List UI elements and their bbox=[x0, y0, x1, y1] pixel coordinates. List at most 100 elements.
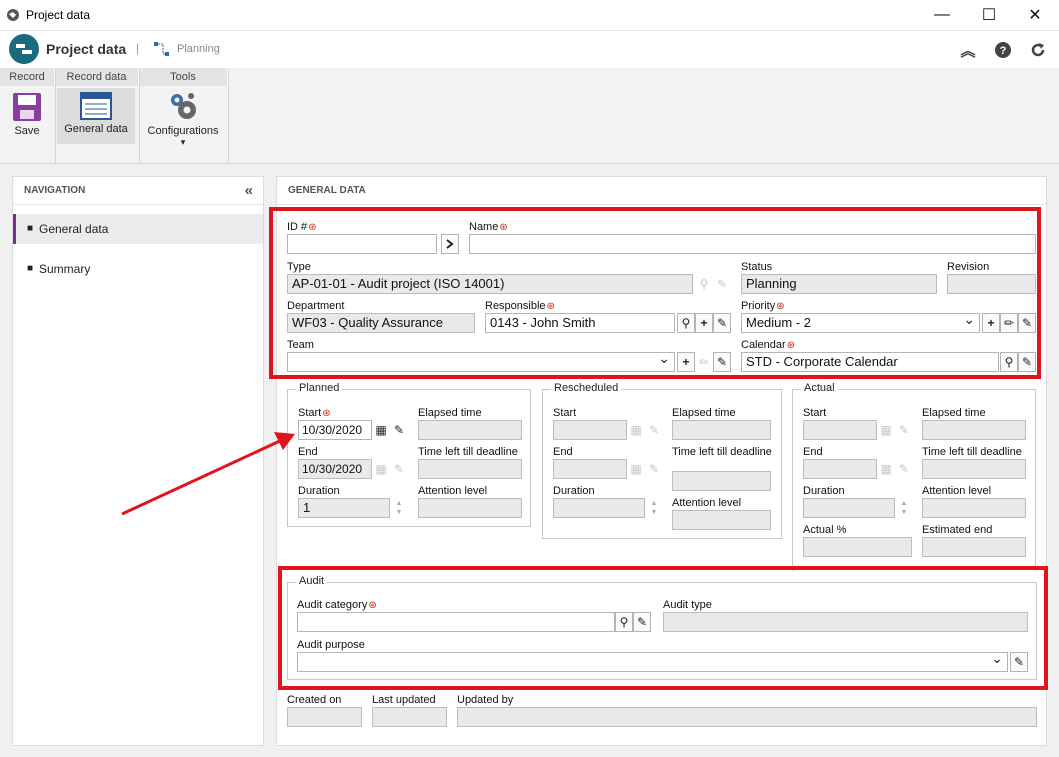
clear-icon: ✎ bbox=[393, 462, 405, 476]
ribbon-toolbar: Record Record data Tools Save General da… bbox=[0, 68, 1059, 164]
planned-attention-label: Attention level bbox=[418, 485, 488, 497]
planned-duration-field: 1 bbox=[298, 498, 390, 518]
resched-end-field bbox=[553, 459, 627, 479]
estimated-end-label: Estimated end bbox=[922, 524, 993, 536]
app-header: Project data | Planning ︽ ? bbox=[0, 31, 1059, 68]
planned-fieldset: Planned Start⊛ 10/30/2020 ▦ ✎ Elapsed ti… bbox=[287, 382, 531, 527]
ribbon-group-record: Record bbox=[0, 68, 55, 86]
created-on-field bbox=[287, 707, 362, 727]
resched-elapsed-field bbox=[672, 420, 771, 440]
general-data-button[interactable]: General data bbox=[57, 88, 135, 144]
help-icon[interactable]: ? bbox=[992, 39, 1014, 61]
rescheduled-fieldset: Rescheduled Start ▦ ✎ Elapsed time End ▦… bbox=[542, 382, 782, 539]
last-updated-label: Last updated bbox=[372, 694, 436, 706]
resched-duration-field bbox=[553, 498, 645, 518]
configurations-label: Configurations bbox=[147, 125, 219, 137]
duration-spinner-icon: ▲ ▼ bbox=[395, 500, 403, 516]
actual-time-left-field bbox=[922, 459, 1026, 479]
actual-attention-field bbox=[922, 498, 1026, 518]
save-label: Save bbox=[14, 125, 40, 137]
resched-time-left-label: Time left till deadline bbox=[672, 446, 772, 458]
refresh-icon[interactable] bbox=[1027, 39, 1049, 61]
planned-start-label: Start⊛ bbox=[298, 407, 331, 419]
estimated-end-field bbox=[922, 537, 1026, 557]
project-logo-icon bbox=[9, 34, 39, 64]
resched-start-field bbox=[553, 420, 627, 440]
actual-fieldset: Actual Start ▦ ✎ Elapsed time End ▦ ✎ Ti… bbox=[792, 382, 1036, 571]
planned-start-input[interactable]: 10/30/2020 bbox=[298, 420, 372, 440]
duration-spinner-icon: ▲ ▼ bbox=[900, 500, 908, 516]
planned-legend: Planned bbox=[296, 382, 343, 394]
last-updated-field bbox=[372, 707, 447, 727]
breadcrumb-planning[interactable]: Planning bbox=[177, 43, 220, 55]
general-data-panel: GENERAL DATA ID #⊛ Name⊛ Type AP-01-01 -… bbox=[269, 176, 1048, 746]
planned-duration-label: Duration bbox=[298, 485, 340, 497]
updated-by-field bbox=[457, 707, 1037, 727]
close-button[interactable]: ✕ bbox=[1012, 0, 1058, 30]
app-globe-icon bbox=[7, 9, 19, 21]
general-data-label: General data bbox=[64, 123, 128, 135]
actual-legend: Actual bbox=[801, 382, 838, 394]
svg-text:?: ? bbox=[1000, 45, 1007, 57]
general-data-icon bbox=[80, 92, 112, 120]
actual-start-label: Start bbox=[803, 407, 827, 419]
collapse-navigation-icon[interactable]: « bbox=[245, 182, 253, 199]
planned-end-field: 10/30/2020 bbox=[298, 459, 372, 479]
configurations-button[interactable]: Configurations ▾ bbox=[143, 86, 223, 162]
actual-pct-field bbox=[803, 537, 912, 557]
calendar-icon: ▦ bbox=[880, 462, 892, 476]
resched-attention-label: Attention level bbox=[672, 497, 742, 509]
created-on-label: Created on bbox=[287, 694, 342, 706]
highlight-box-general bbox=[269, 207, 1041, 379]
planned-end-label: End bbox=[298, 446, 318, 458]
bullet-icon: ■ bbox=[27, 263, 34, 274]
highlight-box-audit bbox=[278, 566, 1048, 690]
calendar-icon: ▦ bbox=[880, 423, 892, 437]
planned-attention-field bbox=[418, 498, 522, 518]
header-separator: | bbox=[136, 41, 140, 55]
planning-icon bbox=[154, 42, 169, 56]
main-title: GENERAL DATA bbox=[277, 177, 1046, 205]
actual-end-label: End bbox=[803, 446, 823, 458]
actual-duration-label: Duration bbox=[803, 485, 845, 497]
nav-item-summary[interactable]: ■ Summary bbox=[13, 254, 263, 284]
maximize-button[interactable]: ☐ bbox=[966, 0, 1012, 30]
resched-end-label: End bbox=[553, 446, 573, 458]
actual-end-field bbox=[803, 459, 877, 479]
ribbon-group-tools: Tools bbox=[139, 68, 228, 86]
planned-elapsed-field bbox=[418, 420, 522, 440]
bullet-icon: ■ bbox=[27, 223, 34, 234]
collapse-up-icon[interactable]: ︽ bbox=[957, 39, 979, 61]
app-title: Project data bbox=[46, 41, 127, 57]
save-button[interactable]: Save bbox=[6, 86, 48, 162]
minimize-button[interactable]: — bbox=[919, 0, 965, 30]
rescheduled-legend: Rescheduled bbox=[551, 382, 622, 394]
planned-time-left-label: Time left till deadline bbox=[418, 446, 518, 458]
configurations-dropdown-icon[interactable]: ▾ bbox=[143, 137, 223, 147]
updated-by-label: Updated by bbox=[457, 694, 514, 706]
calendar-icon: ▦ bbox=[630, 423, 642, 437]
nav-item-label: Summary bbox=[39, 262, 91, 276]
actual-elapsed-label: Elapsed time bbox=[922, 407, 986, 419]
clear-icon[interactable]: ✎ bbox=[390, 420, 408, 440]
actual-attention-label: Attention level bbox=[922, 485, 992, 497]
nav-item-label: General data bbox=[39, 222, 109, 236]
navigation-panel: NAVIGATION « ■ General data ■ Summary bbox=[12, 176, 264, 746]
clear-icon: ✎ bbox=[648, 462, 660, 476]
navigation-title: NAVIGATION bbox=[13, 177, 263, 205]
actual-elapsed-field bbox=[922, 420, 1026, 440]
actual-start-field bbox=[803, 420, 877, 440]
nav-item-general-data[interactable]: ■ General data bbox=[13, 214, 263, 244]
actual-duration-field bbox=[803, 498, 895, 518]
clear-icon: ✎ bbox=[648, 423, 660, 437]
actual-pct-label: Actual % bbox=[803, 524, 847, 536]
resched-attention-field bbox=[672, 510, 771, 530]
calendar-icon: ▦ bbox=[375, 462, 387, 476]
resched-time-left-field bbox=[672, 471, 771, 491]
calendar-icon: ▦ bbox=[630, 462, 642, 476]
duration-spinner-icon: ▲ ▼ bbox=[650, 500, 658, 516]
window-title-bar: Project data — ☐ ✕ bbox=[0, 0, 1059, 31]
resched-start-label: Start bbox=[553, 407, 577, 419]
actual-time-left-label: Time left till deadline bbox=[922, 446, 1022, 458]
calendar-icon[interactable]: ▦ bbox=[372, 420, 390, 440]
